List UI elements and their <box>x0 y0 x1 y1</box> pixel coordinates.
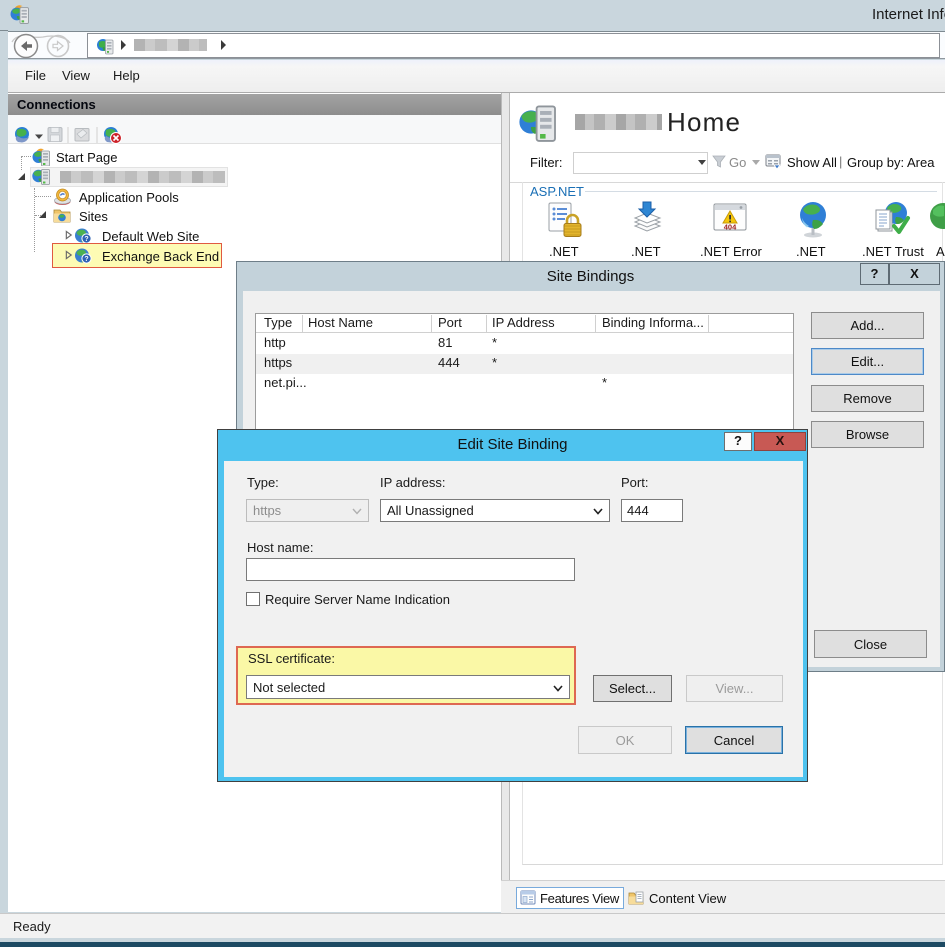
svg-text:404: 404 <box>724 223 737 232</box>
